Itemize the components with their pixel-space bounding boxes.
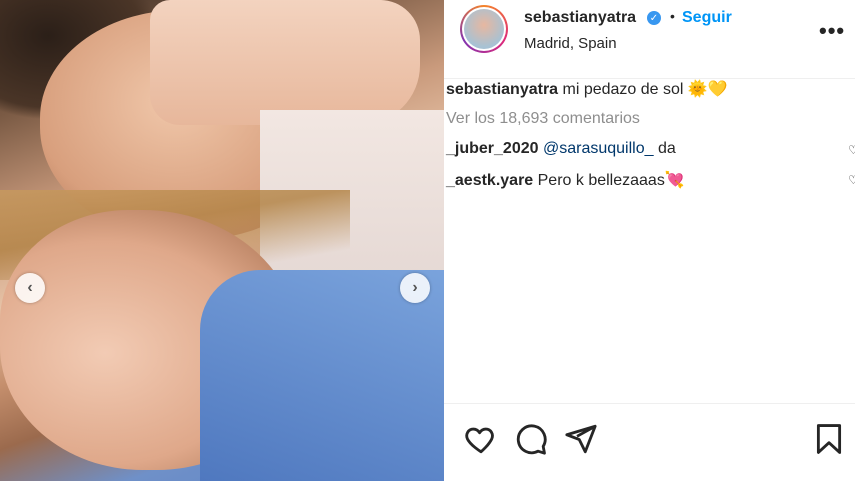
- comment-username[interactable]: _juber_2020: [446, 140, 539, 157]
- comment-username[interactable]: _aestk.yare: [446, 172, 533, 189]
- verified-badge-icon: ✓: [647, 11, 661, 25]
- action-bar: [444, 403, 855, 482]
- caption-text: mi pedazo de sol 🌞💛: [558, 81, 728, 98]
- carousel-next-button[interactable]: ›: [400, 273, 430, 303]
- caption-username[interactable]: sebastianyatra: [446, 81, 558, 98]
- comment-row: _juber_2020 @sarasuquillo_ da: [446, 140, 676, 158]
- comment-row: _aestk.yare Pero k bellezaaas💘: [446, 170, 685, 190]
- header-username[interactable]: sebastianyatra: [524, 9, 636, 27]
- caption: sebastianyatra mi pedazo de sol 🌞💛: [446, 79, 728, 99]
- post-header: sebastianyatra ✓ • Seguir Madrid, Spain …: [444, 0, 855, 79]
- view-comments-link[interactable]: Ver los 18,693 comentarios: [446, 110, 640, 128]
- bookmark-icon[interactable]: [812, 422, 846, 456]
- paper-plane-icon[interactable]: [564, 422, 598, 456]
- chevron-left-icon: ‹: [27, 279, 33, 296]
- follow-button[interactable]: Seguir: [682, 9, 732, 27]
- heart-icon[interactable]: [464, 422, 498, 456]
- comment-mention[interactable]: @sarasuquillo_: [543, 140, 654, 157]
- comment-like-icon[interactable]: ♡: [848, 173, 855, 187]
- comment-like-icon[interactable]: ♡: [848, 143, 855, 157]
- comment-text: da: [653, 140, 676, 157]
- comment-icon[interactable]: [514, 422, 548, 456]
- post-side-panel: sebastianyatra ✓ • Seguir Madrid, Spain …: [444, 0, 855, 481]
- more-options-icon[interactable]: •••: [819, 18, 845, 44]
- post-photo: ‹ ›: [0, 0, 444, 481]
- location-link[interactable]: Madrid, Spain: [524, 35, 617, 52]
- comment-text: Pero k bellezaaas💘: [533, 172, 685, 189]
- chevron-right-icon: ›: [412, 279, 418, 296]
- separator-dot: •: [670, 8, 675, 24]
- carousel-prev-button[interactable]: ‹: [15, 273, 45, 303]
- avatar[interactable]: [460, 5, 508, 53]
